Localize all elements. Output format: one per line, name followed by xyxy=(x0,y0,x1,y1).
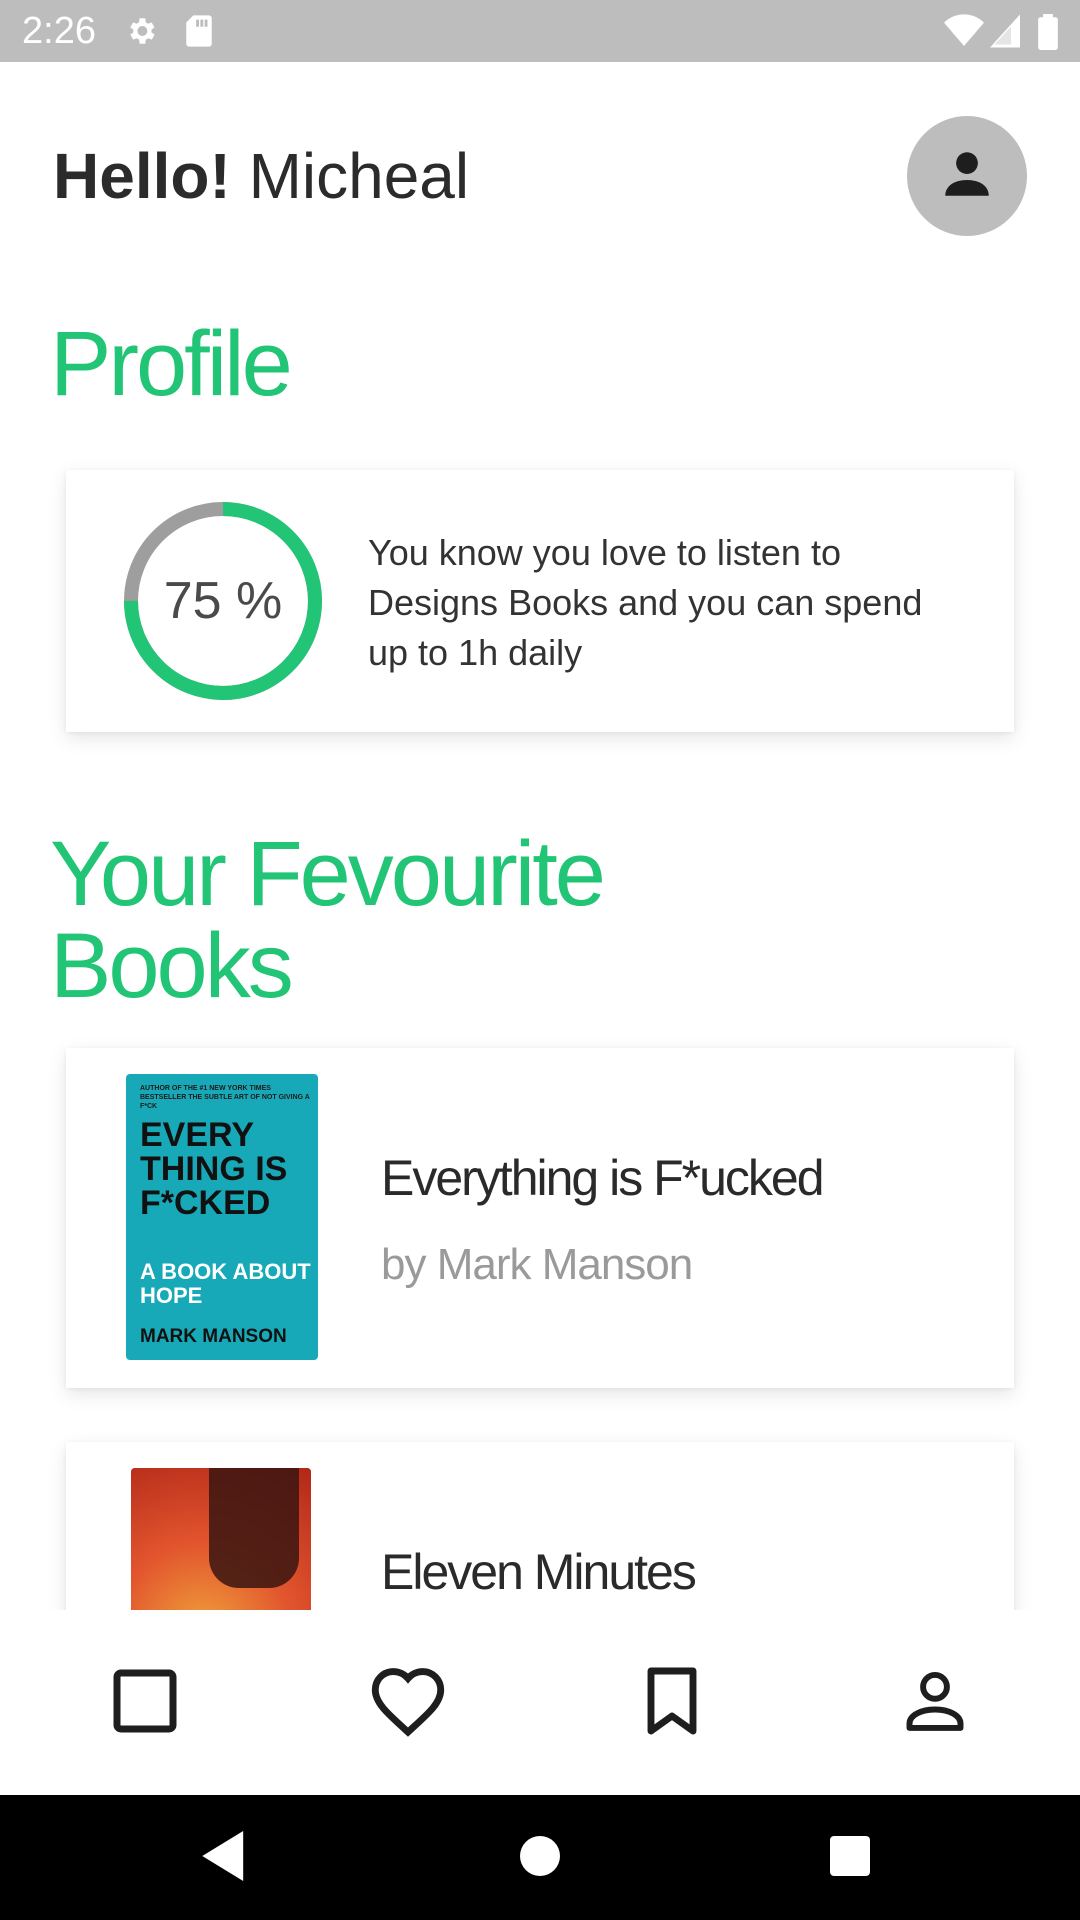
nav-home-button[interactable] xyxy=(507,1825,573,1891)
profile-description: You know you love to listen to Designs B… xyxy=(368,532,923,673)
profile-card: 75 % You know you love to listen to Desi… xyxy=(66,470,1014,732)
recents-icon xyxy=(830,1835,870,1881)
person-icon xyxy=(938,145,996,208)
system-navigation-bar xyxy=(0,1795,1080,1920)
battery-icon xyxy=(1037,14,1059,55)
progress-label: 75 % xyxy=(163,572,283,630)
profile-icon xyxy=(901,1667,969,1740)
status-time: 2:26 xyxy=(22,10,96,52)
cover-title: EVERY THING IS F*CKED xyxy=(140,1116,288,1222)
tab-favourites[interactable] xyxy=(363,1658,453,1748)
nav-recents-button[interactable] xyxy=(817,1825,883,1891)
book-cover: AUTHOR OF THE #1 NEW YORK TIMES BESTSELL… xyxy=(126,1074,318,1360)
home-icon xyxy=(520,1835,560,1881)
greeting: Hello! Micheal xyxy=(53,138,469,214)
book-author: by Mark Manson xyxy=(381,1240,693,1289)
cover-subtitle: A BOOK ABOUT HOPE xyxy=(140,1259,311,1308)
cover-author: MARK MANSON xyxy=(140,1326,287,1347)
greeting-user-name: Micheal xyxy=(248,140,470,212)
tab-bookmarks[interactable] xyxy=(627,1658,717,1748)
cover-figure xyxy=(209,1468,299,1588)
heart-icon xyxy=(368,1665,448,1742)
app-screen: 2:26 Hello! Micheal Profile 75 % You kno… xyxy=(0,0,1080,1920)
bottom-tab-bar xyxy=(0,1610,1080,1795)
wifi-icon xyxy=(944,14,984,53)
greeting-hello: Hello! xyxy=(53,140,231,212)
tab-profile[interactable] xyxy=(890,1658,980,1748)
sd-card-icon xyxy=(184,14,214,53)
bookmark-icon xyxy=(644,1665,700,1742)
book-title: Everything is F*ucked xyxy=(381,1150,825,1206)
back-icon xyxy=(202,1830,248,1886)
profile-title: Profile xyxy=(50,313,293,415)
signal-icon xyxy=(990,14,1020,53)
settings-icon xyxy=(124,14,158,53)
square-icon xyxy=(112,1668,178,1739)
nav-back-button[interactable] xyxy=(192,1825,258,1891)
tab-home[interactable] xyxy=(100,1658,190,1748)
avatar-button[interactable] xyxy=(907,116,1027,236)
cover-top-text: AUTHOR OF THE #1 NEW YORK TIMES BESTSELL… xyxy=(140,1085,310,1110)
status-bar: 2:26 xyxy=(0,0,1080,62)
book-card[interactable]: AUTHOR OF THE #1 NEW YORK TIMES BESTSELL… xyxy=(66,1048,1014,1388)
book-title: Eleven Minutes xyxy=(381,1544,697,1600)
favourite-books-title: Your Fevourite Books xyxy=(50,823,606,1017)
